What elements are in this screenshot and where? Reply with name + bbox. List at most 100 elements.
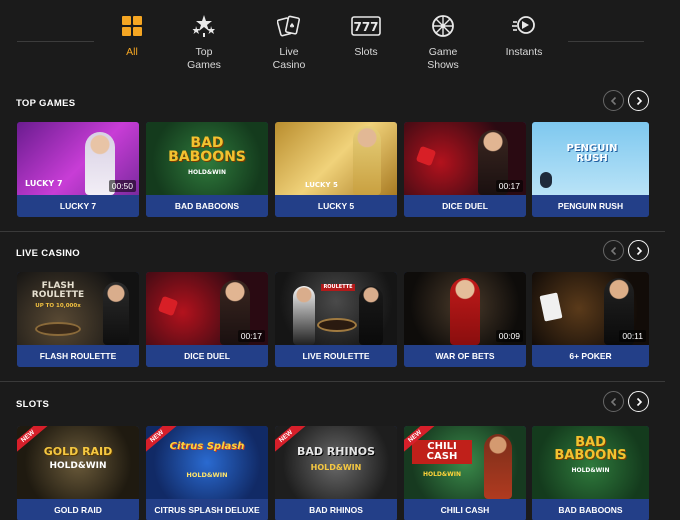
- game-thumbnail: LUCKY 5: [275, 122, 397, 195]
- chevron-right-icon: [636, 246, 642, 255]
- round-timer: 00:11: [619, 330, 646, 342]
- svg-text:♠: ♠: [289, 22, 295, 30]
- game-title: BAD RHINOS: [275, 499, 397, 520]
- category-all[interactable]: All: [92, 14, 172, 59]
- game-title: PENGUIN RUSH: [532, 195, 649, 217]
- dice-image: [157, 295, 179, 317]
- carousel-prev-button[interactable]: [603, 391, 624, 412]
- game-tile[interactable]: BAD BABOONS HOLD&WIN BAD BABOONS: [146, 122, 268, 217]
- game-title: DICE DUEL: [404, 195, 526, 217]
- game-thumbnail: GOLD RAID HOLD&WIN NEW: [17, 426, 139, 499]
- game-tile[interactable]: 00:09 WAR OF BETS: [404, 272, 526, 367]
- carousel-prev-button[interactable]: [603, 240, 624, 261]
- game-title: FLASH ROULETTE: [17, 345, 139, 367]
- round-timer: 00:09: [495, 330, 523, 342]
- game-title: BAD BABOONS: [532, 499, 649, 520]
- game-carousel: GOLD RAID HOLD&WIN NEW GOLD RAID Citrus …: [17, 426, 657, 520]
- game-tile[interactable]: ROULETTE LIVE ROULETTE: [275, 272, 397, 367]
- art-label: ROULETTE: [321, 284, 355, 291]
- game-tile[interactable]: 00:11 6+ POKER: [532, 272, 649, 367]
- game-tile[interactable]: FLASH ROULETTE UP TO 10,000x FLASH ROULE…: [17, 272, 139, 367]
- dealer-image: [353, 126, 381, 195]
- game-tile[interactable]: CHILI CASH HOLD&WIN NEW CHILI CASH: [404, 426, 526, 520]
- category-label: Slots: [354, 46, 378, 58]
- game-thumbnail: BAD BABOONS HOLD&WIN: [532, 426, 649, 499]
- game-carousel: FLASH ROULETTE UP TO 10,000x FLASH ROULE…: [17, 272, 657, 368]
- category-label: Top Games: [187, 46, 221, 71]
- roulette-wheel-image: [35, 322, 81, 336]
- art-sub-label: UP TO 10,000x: [35, 303, 81, 309]
- section-title: LIVE CASINO: [16, 248, 81, 259]
- category-top-games[interactable]: Top Games: [164, 14, 244, 72]
- category-game-shows[interactable]: Game Shows: [403, 14, 483, 72]
- game-tile[interactable]: LUCKY 7 00:50 LUCKY 7: [17, 122, 139, 217]
- art-label: Citrus Splash: [169, 441, 245, 452]
- game-title: GOLD RAID: [17, 499, 139, 520]
- seven-seven-seven-icon: 777: [351, 16, 381, 36]
- game-title: LIVE ROULETTE: [275, 345, 397, 367]
- art-label: BAD RHINOS: [296, 445, 376, 458]
- section-divider: [0, 381, 665, 382]
- game-thumbnail: PENGUIN RUSH: [532, 122, 649, 195]
- game-tile[interactable]: LUCKY 5 LUCKY 5: [275, 122, 397, 217]
- roulette-wheel-image: [317, 318, 357, 332]
- category-live-casino[interactable]: ♠ Live Casino: [249, 14, 329, 72]
- game-title: CHILI CASH: [404, 499, 526, 520]
- category-slots[interactable]: 777 Slots: [326, 14, 406, 59]
- game-title: WAR OF BETS: [404, 345, 526, 367]
- art-label: LUCKY 5: [305, 181, 338, 189]
- category-label: All: [126, 46, 138, 58]
- chevron-left-icon: [610, 397, 616, 406]
- game-tile[interactable]: 00:17 DICE DUEL: [404, 122, 526, 217]
- nav-divider-right: [568, 41, 644, 42]
- wheel-icon: [432, 15, 454, 37]
- round-timer: 00:17: [237, 330, 265, 342]
- game-title: CITRUS SPLASH DELUXE: [146, 499, 268, 520]
- game-title: LUCKY 5: [275, 195, 397, 217]
- game-title: 6+ POKER: [532, 345, 649, 367]
- category-nav: All Top Games ♠ Live Casino 777 Slots Ga…: [0, 0, 680, 82]
- carousel-next-button[interactable]: [628, 240, 649, 261]
- art-label: CHILI CASH: [412, 440, 472, 464]
- category-label: Live Casino: [272, 46, 306, 71]
- art-label: BAD BABOONS: [168, 135, 246, 165]
- svg-text:777: 777: [353, 20, 378, 34]
- category-instants[interactable]: Instants: [484, 14, 564, 59]
- rocket-icon: [512, 16, 535, 34]
- art-label: FLASH ROULETTE: [31, 281, 85, 300]
- penguin-image: [540, 172, 552, 188]
- round-timer: 00:17: [495, 180, 523, 192]
- section-divider: [0, 231, 665, 232]
- game-thumbnail: BAD RHINOS HOLD&WIN NEW: [275, 426, 397, 499]
- game-thumbnail: BAD BABOONS HOLD&WIN: [146, 122, 268, 195]
- dealer-image: [103, 282, 129, 345]
- character-image: [484, 434, 512, 499]
- game-thumbnail: ROULETTE: [275, 272, 397, 345]
- game-thumbnail: CHILI CASH HOLD&WIN NEW: [404, 426, 526, 499]
- chevron-right-icon: [636, 96, 642, 105]
- playing-card-image: [539, 292, 563, 322]
- game-tile[interactable]: PENGUIN RUSH PENGUIN RUSH: [532, 122, 649, 217]
- game-tile[interactable]: BAD RHINOS HOLD&WIN NEW BAD RHINOS: [275, 426, 397, 520]
- carousel-prev-button[interactable]: [603, 90, 624, 111]
- game-tile[interactable]: Citrus Splash HOLD&WIN NEW CITRUS SPLASH…: [146, 426, 268, 520]
- art-sub-label: HOLD&WIN: [571, 467, 610, 474]
- carousel-next-button[interactable]: [628, 90, 649, 111]
- game-tile[interactable]: GOLD RAID HOLD&WIN NEW GOLD RAID: [17, 426, 139, 520]
- art-sub-label: HOLD&WIN: [310, 463, 362, 472]
- chevron-left-icon: [610, 246, 616, 255]
- dealer-image: [450, 278, 480, 345]
- art-sub-label: HOLD&WIN: [422, 471, 462, 478]
- game-tile[interactable]: BAD BABOONS HOLD&WIN BAD BABOONS: [532, 426, 649, 520]
- game-tile[interactable]: 00:17 DICE DUEL: [146, 272, 268, 367]
- game-carousel: LUCKY 7 00:50 LUCKY 7 BAD BABOONS HOLD&W…: [17, 122, 657, 218]
- section-title: TOP GAMES: [16, 98, 76, 109]
- round-timer: 00:50: [108, 180, 136, 192]
- chevron-left-icon: [610, 96, 616, 105]
- grid-icon: [122, 16, 142, 36]
- game-thumbnail: FLASH ROULETTE UP TO 10,000x: [17, 272, 139, 345]
- category-label: Instants: [505, 46, 543, 58]
- chevron-right-icon: [636, 397, 642, 406]
- carousel-next-button[interactable]: [628, 391, 649, 412]
- dealer-image: [359, 286, 383, 345]
